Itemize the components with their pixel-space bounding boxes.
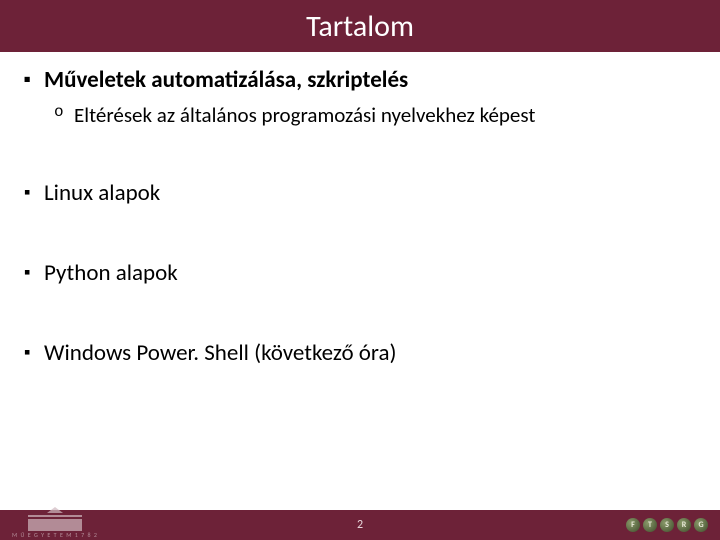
badge-icon: R [677,518,691,532]
badge-icon: G [694,518,708,532]
footer-bar: M Ű E G Y E T E M 1 7 8 2 2 F T S R G [0,510,720,540]
slide: Tartalom Műveletek automatizálása, szkri… [0,0,720,540]
badge-icon: S [660,518,674,532]
content-area: Műveletek automatizálása, szkriptelés El… [0,52,720,540]
footer-left-text: M Ű E G Y E T E M 1 7 8 2 [12,531,98,539]
logo-left: M Ű E G Y E T E M 1 7 8 2 [12,511,98,539]
bullet-text: Python alapok [44,259,178,287]
spacer [20,295,700,339]
building-icon [28,511,82,531]
badge-icon: T [643,518,657,532]
sub-bullet-text: Eltérések az általános programozási nyel… [74,102,535,128]
title-bar: Tartalom [0,0,720,52]
bullet-text: Windows Power. Shell (következő óra) [44,339,396,367]
bullet-item: Windows Power. Shell (következő óra) [20,339,700,369]
logo-right: F T S R G [626,518,708,532]
slide-title: Tartalom [306,8,414,45]
bullet-item: Python alapok [20,259,700,289]
badge-icon: F [626,518,640,532]
spacer [20,135,700,179]
bullet-item: Műveletek automatizálása, szkriptelés [20,66,700,96]
sub-bullet-item: Eltérések az általános programozási nyel… [20,102,700,129]
spacer [20,215,700,259]
bullet-item: Linux alapok [20,179,700,209]
page-number: 2 [357,518,363,532]
bullet-text: Műveletek automatizálása, szkriptelés [44,66,408,94]
bullet-text: Linux alapok [44,179,160,207]
